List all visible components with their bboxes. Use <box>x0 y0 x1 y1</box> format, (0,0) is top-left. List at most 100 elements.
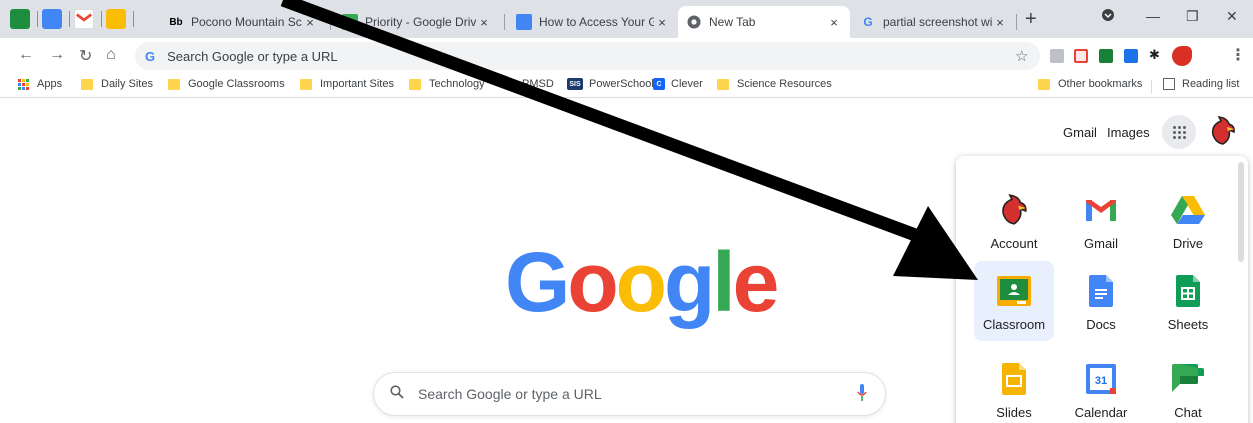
blackboard-icon: Bb <box>169 16 183 28</box>
tab-title: Priority - Google Drive <box>365 15 476 29</box>
pinned-tab-classroom-icon[interactable] <box>106 9 126 29</box>
bookmark-clever[interactable]: C Clever <box>653 78 703 90</box>
tab-how-to-access[interactable]: How to Access Your Go × <box>508 6 678 38</box>
pinned-separator <box>69 11 70 27</box>
minimize-button[interactable]: — <box>1146 8 1160 24</box>
bookmark-label: Clever <box>671 78 703 90</box>
close-icon[interactable]: × <box>476 15 492 30</box>
chrome-icon <box>686 14 702 30</box>
bookmark-google-classrooms[interactable]: Google Classrooms <box>168 78 285 90</box>
logo-letter: o <box>615 235 667 329</box>
app-sheets[interactable]: Sheets <box>1148 261 1228 341</box>
pinned-separator <box>37 11 38 27</box>
bookmark-other-bookmarks[interactable]: Other bookmarks <box>1038 78 1142 90</box>
bookmark-technology[interactable]: Technology <box>409 78 485 90</box>
tab-partial-screenshot[interactable]: G partial screenshot wind × <box>852 6 1016 38</box>
docs-icon <box>516 14 532 30</box>
pinned-tab-sheets-icon[interactable] <box>10 9 30 29</box>
account-avatar[interactable] <box>1207 115 1239 147</box>
account-icon <box>996 192 1032 228</box>
gmail-link[interactable]: Gmail <box>1063 125 1097 140</box>
close-icon[interactable]: × <box>302 15 318 30</box>
bookmark-label: PMSD <box>522 78 554 90</box>
gmail-icon <box>75 13 93 22</box>
bookmark-label: Google Classrooms <box>188 78 285 90</box>
profile-avatar-icon[interactable] <box>1172 46 1192 66</box>
toolbar: ← → ↻ ⌂ G Search Google or type a URL ☆ … <box>0 38 1253 74</box>
app-label: Sheets <box>1167 317 1209 332</box>
bookmark-label: Important Sites <box>320 78 394 90</box>
tab-priority-drive[interactable]: Priority - Google Drive × <box>334 6 500 38</box>
extension-icon[interactable] <box>1050 49 1064 63</box>
app-drive[interactable]: Drive <box>1148 180 1228 260</box>
close-icon[interactable]: × <box>992 15 1008 30</box>
app-chat[interactable]: Chat <box>1148 349 1228 423</box>
tab-search-button[interactable] <box>1101 8 1115 25</box>
extension-icon[interactable] <box>1099 49 1113 63</box>
folder-icon <box>717 78 729 90</box>
google-g-icon: G <box>145 48 156 64</box>
microphone-icon[interactable] <box>857 384 867 402</box>
home-icon[interactable]: ⌂ <box>106 46 116 64</box>
address-bar[interactable]: G Search Google or type a URL <box>135 42 1040 70</box>
bookmark-pmsd[interactable]: Bb PMSD <box>500 78 554 90</box>
app-gmail[interactable]: Gmail <box>1061 180 1141 260</box>
bookmark-star-icon[interactable]: ☆ <box>1015 47 1028 65</box>
tab-search-icon <box>1102 9 1114 21</box>
pinned-separator <box>101 11 102 27</box>
bookmark-daily-sites[interactable]: Daily Sites <box>81 78 153 90</box>
forward-arrow-icon[interactable]: → <box>49 46 65 64</box>
app-calendar[interactable]: 31 Calendar <box>1061 349 1141 423</box>
app-account[interactable]: Account <box>974 180 1054 260</box>
sheets-icon <box>1170 273 1206 309</box>
google-logo: Google <box>505 240 779 324</box>
drive-icon <box>342 14 358 30</box>
calendar-day-number: 31 <box>1095 375 1107 387</box>
new-tab-button[interactable]: + <box>1025 8 1037 31</box>
docs-icon <box>1083 273 1119 309</box>
bookmark-apps[interactable]: Apps <box>18 78 62 90</box>
apps-grid-icon <box>1172 125 1186 139</box>
search-placeholder: Search Google or type a URL <box>418 386 602 402</box>
bookmark-label: Technology <box>429 78 485 90</box>
google-apps-button[interactable] <box>1162 115 1196 149</box>
bookmark-important-sites[interactable]: Important Sites <box>300 78 394 90</box>
app-slides[interactable]: Slides <box>974 349 1054 423</box>
pinned-tab-gmail-icon[interactable] <box>74 9 94 29</box>
folder-icon <box>300 78 312 90</box>
bookmark-reading-list[interactable]: Reading list <box>1163 78 1239 90</box>
bookmark-label: PowerSchool <box>589 78 654 90</box>
close-icon[interactable]: × <box>654 15 670 30</box>
bookmark-label: Reading list <box>1182 78 1240 90</box>
restore-button[interactable]: ❐ <box>1186 8 1199 25</box>
app-label: Gmail <box>1084 236 1118 251</box>
images-link[interactable]: Images <box>1107 125 1150 140</box>
chat-icon <box>1170 361 1206 397</box>
app-label: Drive <box>1172 236 1204 251</box>
back-arrow-icon[interactable]: ← <box>18 46 34 64</box>
search-input[interactable]: Search Google or type a URL <box>373 372 886 416</box>
close-window-button[interactable]: ✕ <box>1226 8 1238 25</box>
pinned-tab-docs-icon[interactable] <box>42 9 62 29</box>
menu-kebab-icon[interactable]: ⋮ <box>1230 45 1246 65</box>
close-icon[interactable]: × <box>826 15 842 30</box>
app-docs[interactable]: Docs <box>1061 261 1141 341</box>
tab-pocono-mountain[interactable]: Bb Pocono Mountain Scho × <box>160 6 326 38</box>
folder-icon <box>1038 78 1050 90</box>
extensions-puzzle-icon[interactable]: ✱ <box>1149 47 1163 62</box>
chrome-logo-icon <box>687 15 701 29</box>
bookmark-powerschool[interactable]: SIS PowerSchool <box>567 78 654 90</box>
apps-panel-scrollbar[interactable] <box>1238 162 1244 262</box>
bookmark-label: Other bookmarks <box>1058 78 1143 90</box>
drive-icon <box>1170 192 1206 228</box>
calendar-icon: 31 <box>1083 361 1119 397</box>
extension-icon[interactable] <box>1074 49 1088 63</box>
app-classroom[interactable]: Classroom <box>974 261 1054 341</box>
google-icon: G <box>863 15 873 29</box>
logo-letter: o <box>567 235 618 329</box>
bookmark-science-resources[interactable]: Science Resources <box>717 78 832 90</box>
pinned-separator <box>133 11 134 27</box>
tab-new-tab[interactable]: New Tab × <box>678 6 850 38</box>
reload-icon[interactable]: ↻ <box>79 46 92 66</box>
extension-icon[interactable] <box>1124 49 1138 63</box>
